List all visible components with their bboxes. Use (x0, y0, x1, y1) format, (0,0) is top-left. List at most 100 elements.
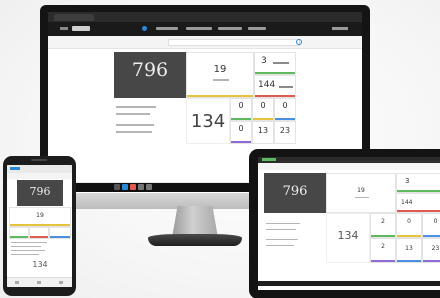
tablet-metric-tile-c[interactable]: 144 (396, 193, 440, 213)
status-bar-red (255, 95, 295, 97)
taskbar-app-icon[interactable] (122, 184, 128, 190)
tablet-metric-a-value: 19 (357, 187, 365, 194)
taskbar-app-icon[interactable] (146, 184, 152, 190)
tablet-small-tile-4[interactable]: 2 (370, 238, 396, 263)
tablet-small-tile-5-value: 13 (405, 245, 413, 252)
tablet: 796 19 3 144 134 2 0 0 2 13 23 (249, 149, 440, 298)
info-row (11, 242, 47, 243)
info-row (11, 250, 45, 251)
phone-metric-a-value: 19 (36, 212, 44, 219)
phone-header (7, 165, 72, 173)
phone-metric-tile-a[interactable]: 19 (9, 207, 71, 227)
metric-tile-b[interactable]: 3 (254, 52, 296, 75)
app-navbar (48, 22, 362, 36)
status-bar-green (371, 235, 395, 237)
phone-small-tile[interactable] (49, 227, 71, 239)
info-row (11, 254, 39, 255)
info-row (266, 239, 298, 240)
tablet-small-tile-1-value: 2 (381, 218, 385, 225)
search-bar (48, 36, 362, 49)
menu-icon[interactable] (59, 281, 63, 284)
small-tile-4-value: 0 (238, 124, 244, 133)
user-menu[interactable] (332, 27, 348, 30)
tablet-small-tile-5[interactable]: 13 (396, 238, 422, 263)
metric-tile-c[interactable]: 144 (254, 75, 296, 98)
taskbar-app-icon[interactable] (138, 184, 144, 190)
search-input[interactable] (168, 39, 300, 46)
status-bar-purple (371, 260, 395, 262)
device-mockup-scene: 796 19 3 144 134 0 0 0 0 13 23 796 19 13… (0, 0, 440, 298)
status-bar-blue (397, 260, 421, 262)
monitor-base (148, 234, 242, 246)
taskbar-app-icon[interactable] (114, 184, 120, 190)
tablet-metric-tile-d[interactable]: 134 (326, 213, 370, 263)
phone-small-tile[interactable] (9, 227, 29, 239)
home-icon[interactable] (142, 26, 147, 31)
small-tile-6-value: 23 (279, 126, 291, 135)
small-tile-5[interactable]: 13 (252, 121, 274, 144)
status-bar-blue (423, 235, 440, 237)
tablet-small-tile-6-value: 23 (431, 245, 440, 252)
tablet-search-bar[interactable] (258, 163, 440, 170)
phone-metric-b-value: 134 (32, 260, 48, 269)
phone-screen: 796 19 134 (7, 165, 72, 287)
info-row (266, 229, 296, 230)
info-row (11, 246, 41, 247)
search-icon[interactable] (296, 39, 302, 45)
phone-bottom-nav (7, 277, 72, 287)
nav-item[interactable] (156, 27, 178, 30)
metric-tile-d[interactable]: 134 (186, 98, 230, 144)
nav-item[interactable] (248, 27, 266, 30)
total-value: 796 (131, 59, 169, 81)
small-tile-3-value: 0 (282, 101, 288, 110)
status-bar-green (397, 190, 440, 192)
metric-a-value: 19 (213, 64, 227, 75)
tablet-footer (258, 281, 440, 286)
tablet-screen: 796 19 3 144 134 2 0 0 2 13 23 (258, 157, 440, 290)
status-bar-green (231, 118, 251, 120)
status-bar-blue (275, 118, 295, 120)
nav-item[interactable] (218, 27, 242, 30)
info-row (116, 106, 156, 108)
small-tile-5-value: 13 (257, 126, 269, 135)
small-tile-3[interactable]: 0 (274, 98, 296, 121)
tablet-metric-tile-a[interactable]: 19 (326, 173, 396, 213)
tablet-small-tile-3[interactable]: 0 (422, 213, 440, 238)
info-row (116, 131, 152, 133)
total-tile[interactable]: 796 (114, 52, 186, 98)
taskbar-app-icon[interactable] (130, 184, 136, 190)
info-row (266, 223, 300, 224)
tablet-small-tile-6[interactable]: 23 (422, 238, 440, 263)
small-tile-6[interactable]: 23 (274, 121, 296, 144)
tablet-small-tile-2[interactable]: 0 (396, 213, 422, 238)
small-tile-2[interactable]: 0 (252, 98, 274, 121)
tablet-small-tile-2-value: 0 (407, 218, 411, 225)
small-tile-4[interactable]: 0 (230, 121, 252, 144)
nav-item[interactable] (186, 27, 212, 30)
phone-speaker (31, 159, 47, 161)
home-icon[interactable] (37, 281, 41, 284)
status-bar-yellow (187, 95, 253, 97)
status-bar-green (10, 236, 28, 238)
status-bar-blue (50, 236, 70, 238)
browser-titlebar (48, 12, 362, 22)
phone-metric-tile-b[interactable]: 134 (23, 258, 57, 272)
info-row (116, 124, 154, 126)
phone-small-tile[interactable] (29, 227, 49, 239)
metric-tile-a[interactable]: 19 (186, 52, 254, 98)
smartphone: 796 19 134 (3, 156, 76, 296)
status-bar-green (255, 72, 295, 74)
tablet-total-value: 796 (282, 184, 308, 199)
tablet-total-tile[interactable]: 796 (264, 173, 326, 213)
back-icon[interactable] (15, 281, 19, 284)
phone-search-bar[interactable] (7, 173, 72, 179)
tablet-small-tile-1[interactable]: 2 (370, 213, 396, 238)
info-row (266, 245, 294, 246)
status-bar-yellow (253, 118, 273, 120)
browser-tab[interactable] (54, 14, 94, 21)
small-tile-1-value: 0 (238, 101, 244, 110)
phone-total-tile[interactable]: 796 (17, 180, 63, 206)
tablet-metric-tile-b[interactable]: 3 (396, 173, 440, 193)
small-tile-1[interactable]: 0 (230, 98, 252, 121)
app-logo-icon (60, 27, 68, 30)
